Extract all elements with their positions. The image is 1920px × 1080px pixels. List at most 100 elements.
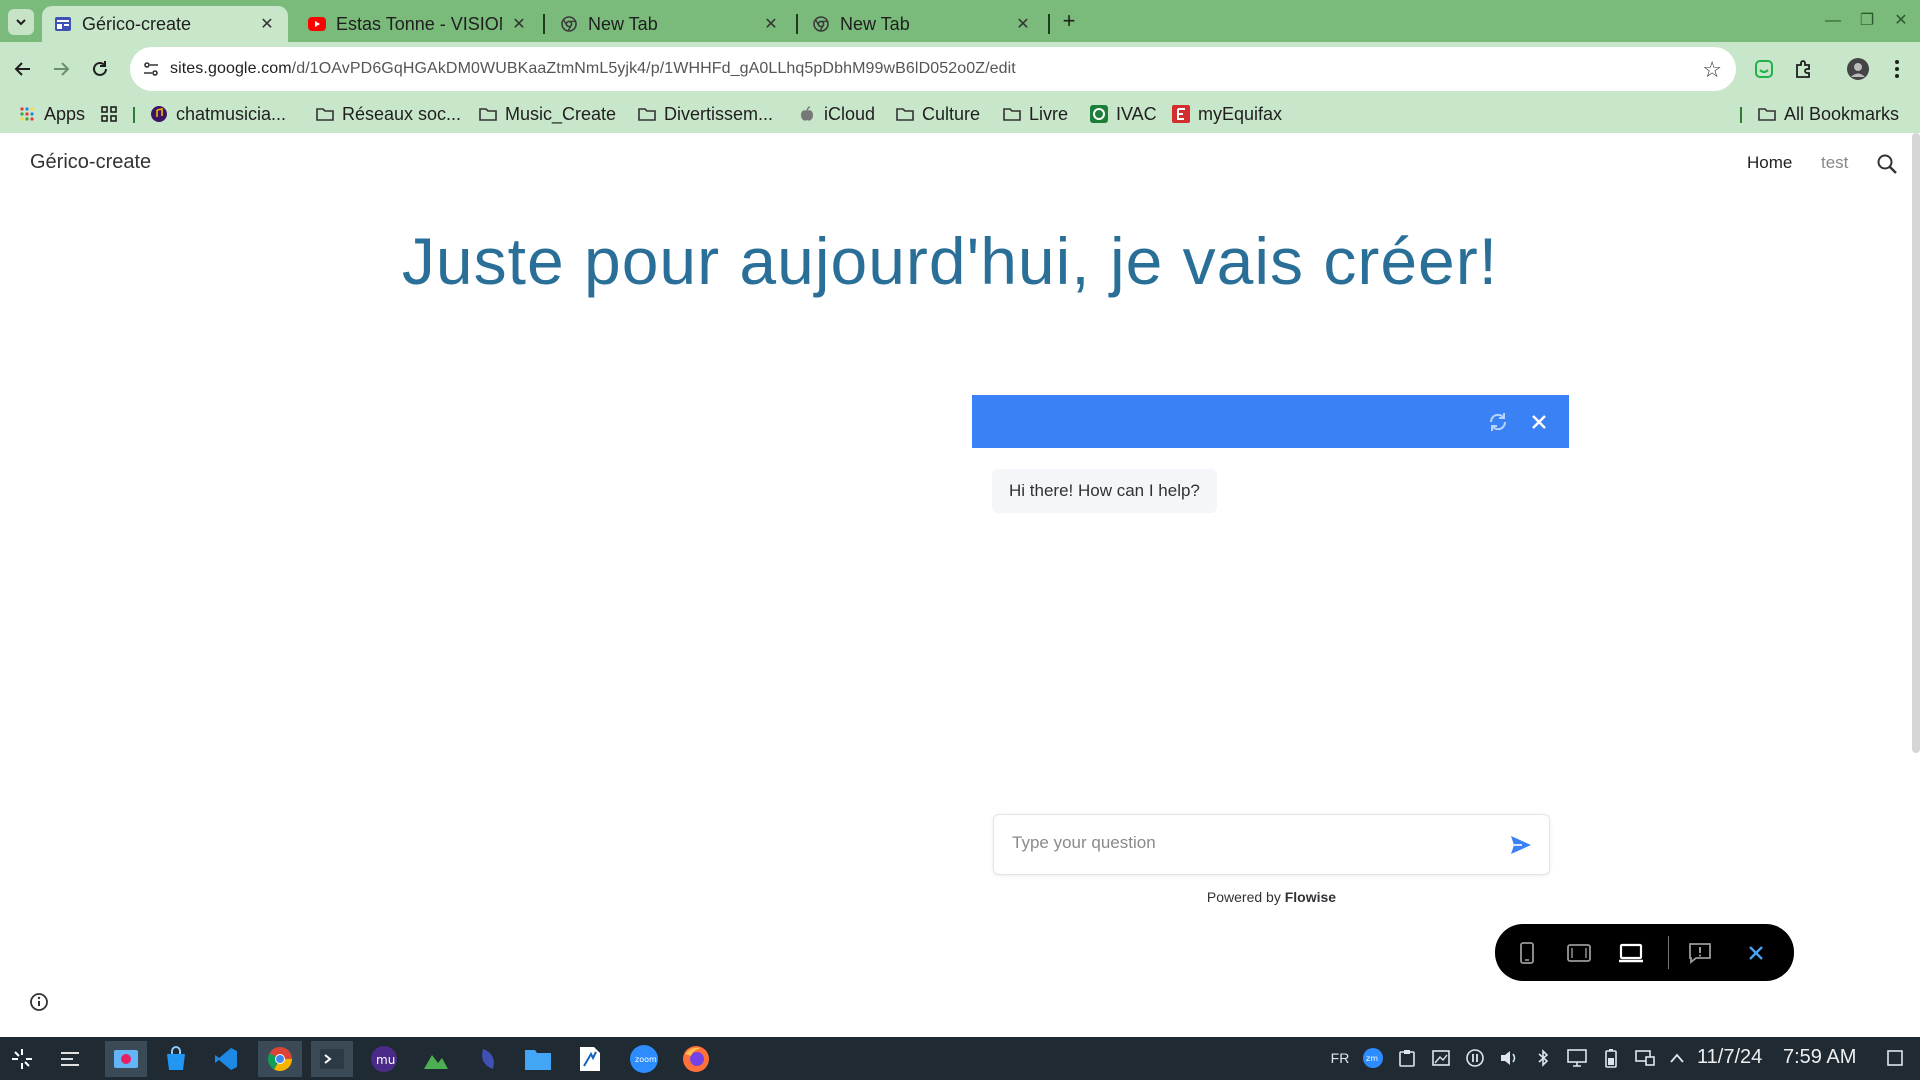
bookmark-myequifax[interactable]: myEquifax	[1172, 100, 1282, 128]
bluetooth-icon[interactable]	[1532, 1047, 1554, 1069]
media-pause-icon[interactable]	[1464, 1047, 1486, 1069]
bookmark-divertissement[interactable]: Divertissem...	[638, 100, 773, 128]
tab-new-tab-2[interactable]: New Tab ✕	[800, 6, 1044, 42]
close-icon[interactable]: ✕	[762, 14, 780, 34]
tab-separator	[796, 14, 798, 34]
site-info-icon[interactable]	[134, 52, 168, 86]
nav-item-test[interactable]: test	[1821, 153, 1848, 173]
musescore-icon[interactable]: mu	[366, 1041, 402, 1077]
close-icon[interactable]: ✕	[258, 14, 276, 34]
url-path: /d/1OAvPD6GqHGAkDM0WUBKaaZtmNmL5yjk4/p/1…	[291, 60, 1016, 77]
desktop-view-icon[interactable]	[1617, 939, 1645, 967]
svg-text:zm: zm	[1366, 1054, 1378, 1063]
folder-icon	[896, 105, 914, 123]
firefox-icon[interactable]	[678, 1041, 714, 1077]
discover-store-icon[interactable]	[158, 1041, 194, 1077]
bookmark-label: iCloud	[824, 103, 876, 124]
bookmark-label: Culture	[922, 103, 981, 124]
taskbar-time[interactable]: 7:59 AM	[1783, 1046, 1856, 1069]
reload-icon	[93, 61, 107, 76]
powered-prefix: Powered by	[1206, 889, 1281, 905]
bookmark-label: IVAC	[1116, 103, 1157, 124]
chevron-up-icon[interactable]	[1666, 1047, 1688, 1069]
tab-new-tab-1[interactable]: New Tab ✕	[548, 6, 792, 42]
extensions-puzzle-icon[interactable]	[1791, 57, 1815, 81]
image-tray-icon[interactable]	[1430, 1047, 1452, 1069]
page-scrollbar[interactable]	[1912, 133, 1920, 753]
new-tab-button[interactable]: +	[1058, 8, 1080, 34]
close-icon[interactable]	[1524, 407, 1554, 437]
tab-gerico-create[interactable]: Gérico-create ✕	[42, 6, 288, 42]
close-icon[interactable]: ✕	[1014, 14, 1032, 34]
bookmark-livre[interactable]: Livre	[1003, 100, 1068, 128]
apple-icon	[798, 105, 816, 123]
screenshot-app-icon[interactable]	[105, 1041, 147, 1077]
feedback-icon[interactable]	[1686, 939, 1714, 967]
url-host: sites.google.com	[170, 60, 292, 77]
question-input[interactable]	[1012, 833, 1482, 853]
vscode-icon[interactable]	[208, 1041, 244, 1077]
bookmark-ivac[interactable]: IVAC	[1090, 100, 1157, 128]
network-icon[interactable]	[1634, 1047, 1656, 1069]
image-viewer-icon[interactable]	[418, 1041, 454, 1077]
app-launcher-icon[interactable]	[4, 1041, 40, 1077]
info-icon[interactable]	[29, 992, 49, 1012]
show-desktop-icon[interactable]	[1884, 1047, 1906, 1069]
more-menu-icon[interactable]	[1885, 57, 1909, 81]
search-icon[interactable]	[1876, 153, 1900, 177]
restore-icon[interactable]: ❐	[1856, 10, 1878, 32]
minimize-icon[interactable]: —	[1822, 10, 1844, 32]
send-icon[interactable]	[1509, 833, 1535, 859]
flowise-link[interactable]: Flowise	[1285, 889, 1336, 905]
bookmark-apps[interactable]: Apps	[18, 100, 85, 128]
chat-input-box	[993, 814, 1550, 875]
site-title[interactable]: Gérico-create	[30, 151, 151, 174]
reload-button[interactable]	[87, 56, 113, 82]
extension-green-icon[interactable]	[1752, 57, 1776, 81]
back-button[interactable]	[10, 56, 36, 82]
konsole-terminal-icon[interactable]	[311, 1041, 353, 1077]
bookmark-icloud[interactable]: iCloud	[798, 100, 875, 128]
forward-button[interactable]	[48, 56, 74, 82]
bookmark-music-create[interactable]: Music_Create	[479, 100, 616, 128]
address-bar[interactable]: sites.google.com/d/1OAvPD6GqHGAkDM0WUBKa…	[130, 47, 1736, 91]
file-manager-icon[interactable]	[520, 1041, 556, 1077]
taskbar-date[interactable]: 11/7/24	[1697, 1046, 1762, 1069]
display-icon[interactable]	[1566, 1047, 1588, 1069]
google-sites-icon	[54, 15, 72, 33]
arrow-left-icon	[14, 62, 30, 76]
bookmark-chatmusician[interactable]: chatmusicia...	[150, 100, 286, 128]
zoom-icon[interactable]: zoom	[626, 1041, 662, 1077]
task-manager-icon[interactable]	[52, 1041, 88, 1077]
office-writer-icon[interactable]	[572, 1041, 608, 1077]
volume-icon[interactable]	[1498, 1047, 1520, 1069]
clipboard-icon[interactable]	[1396, 1047, 1418, 1069]
refresh-icon[interactable]	[1483, 407, 1513, 437]
window-close-icon[interactable]: ✕	[1890, 10, 1912, 32]
chrome-taskbar-icon[interactable]	[258, 1041, 302, 1077]
nav-item-home[interactable]: Home	[1747, 153, 1792, 173]
profile-avatar[interactable]	[1846, 57, 1870, 81]
linphone-icon[interactable]	[470, 1041, 506, 1077]
bot-message: Hi there! How can I help?	[992, 469, 1217, 513]
keyboard-layout-indicator[interactable]: FR	[1328, 1047, 1352, 1069]
bookmark-label: myEquifax	[1198, 103, 1283, 124]
tab-title: New Tab	[588, 13, 658, 34]
svg-text:zoom: zoom	[635, 1055, 657, 1064]
phone-view-icon[interactable]	[1513, 939, 1541, 967]
tab-search-button[interactable]	[8, 9, 34, 35]
close-preview-icon[interactable]	[1742, 939, 1770, 967]
bookmark-star-icon[interactable]: ☆	[1702, 57, 1722, 83]
url-text: sites.google.com/d/1OAvPD6GqHGAkDM0WUBKa…	[170, 60, 1016, 78]
tablet-view-icon[interactable]	[1565, 939, 1593, 967]
zoom-tray-icon[interactable]: zm	[1362, 1047, 1384, 1069]
bookmark-label: chatmusicia...	[176, 103, 287, 124]
bookmark-culture[interactable]: Culture	[896, 100, 980, 128]
page-content: Gérico-create Home test Juste pour aujou…	[0, 133, 1920, 1037]
bookmark-reseaux-sociaux[interactable]: Réseaux soc...	[316, 100, 461, 128]
close-icon[interactable]: ✕	[510, 14, 528, 34]
bookmark-grid-shortcut[interactable]	[100, 100, 126, 128]
battery-icon[interactable]	[1600, 1047, 1622, 1069]
all-bookmarks-button[interactable]: All Bookmarks	[1758, 100, 1899, 128]
tab-estas-tonne[interactable]: Estas Tonne - VISION ✕	[296, 6, 540, 42]
